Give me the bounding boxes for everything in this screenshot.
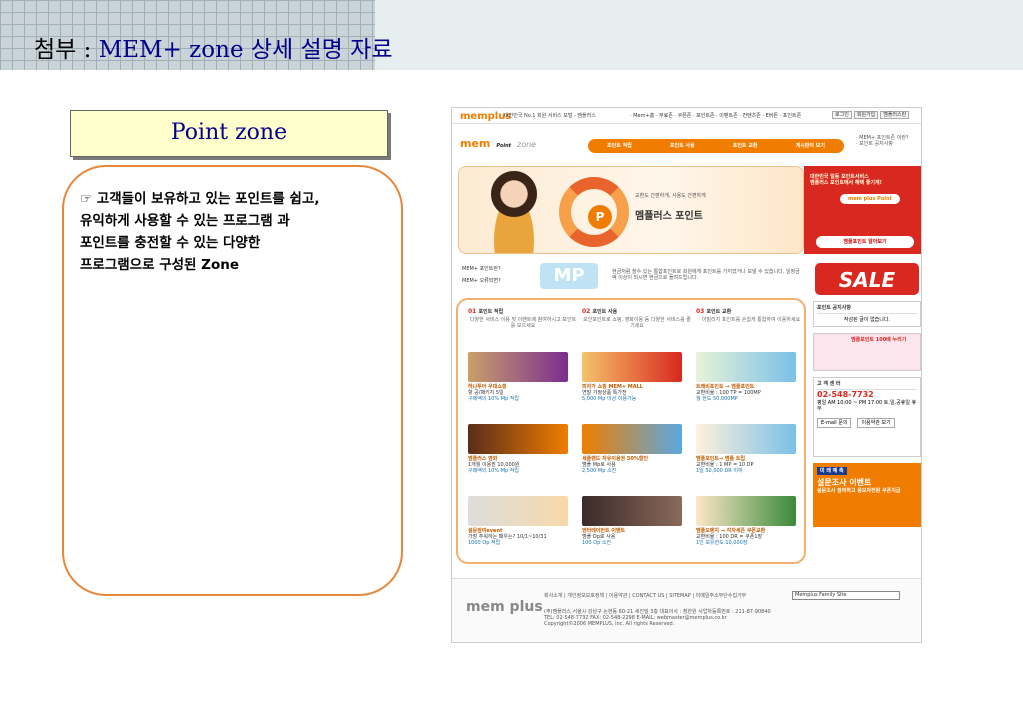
- slide-header: 첨부 : MEM+ zone 상세 설명 자료: [0, 0, 1023, 70]
- customer-center: 고 객 센 터 02-548-7732 평일 AM 10:00 ~ PM 17:…: [813, 377, 921, 457]
- cs-phone: 02-548-7732: [817, 390, 874, 399]
- terms-button[interactable]: 이용약관 보기: [857, 417, 895, 428]
- ad-text: 멤플포인트 100배 누리기: [851, 337, 907, 343]
- mp-info-row: MEM+ 포인트란? MEM+ 오류되면? MP 현금처럼 쓸수 있는 통합포인…: [462, 263, 804, 291]
- promo-badge: mem plus Point: [840, 194, 900, 204]
- column-use: 02 포인트 사용 모인포인트로 쇼핑, 영화이용 등 다양한 서비스를 즐기세…: [582, 308, 691, 330]
- card-hanatour[interactable]: 하나투어 우대쇼핑 항 공/패키지 5일 구매액의 10% Mp 적립: [468, 352, 568, 402]
- promo-box: 대한민국 일등 포인트서비스 멤플러스 포인트에서 혜택 좋기게! mem pl…: [804, 166, 921, 254]
- global-buttons: 로그인 회원가입 멤플러스란: [832, 111, 910, 119]
- card-travista[interactable]: 트래비포인트 → 멤플포인트 교환비율 : 100 TP = 100MP 월 한도 …: [696, 352, 796, 402]
- tab-earn[interactable]: 포인트 적립: [607, 143, 632, 149]
- survey-banner[interactable]: 미 래 예 측 설문조사 이벤트 설문조사 참여하고 응모자전원 쿠폰지급: [813, 463, 921, 527]
- survey-title: 설문조사 이벤트: [817, 478, 872, 487]
- notice-empty: 작성된 글이 없습니다.: [843, 317, 891, 323]
- point-zone-label: Point zone: [70, 110, 388, 157]
- tab-exchange[interactable]: 포인트 교환: [733, 143, 758, 149]
- point-zone-brand[interactable]: mem Point zone: [460, 132, 536, 152]
- footer-info: (주)멤플러스 서울시 강남구 논현동 60-21 세진빌 3층 대표이사 : …: [544, 609, 771, 627]
- survey-sub: 설문조사 참여하고 응모자전원 쿠폰지급: [817, 487, 901, 494]
- column-exchange: 03 포인트 교환 이밀리지 포인트를 손쉽게 통합하여 이용하세요: [696, 308, 801, 324]
- card-seoulland[interactable]: 세플랜드 자유이용권 50%할인 멤플 Mp로 사용 2,500 Mp 소진: [582, 424, 682, 474]
- link-point-notice[interactable]: · 포인트 공지사항: [856, 141, 921, 147]
- card-survey[interactable]: 설문참여event 가장 추워하는 패우는? 10/1~10/31 1000 Op …: [468, 496, 568, 546]
- footer-links[interactable]: 회사소개 | 개인정보보호정책 | 이용약관 | CONTACT US | SI…: [544, 593, 746, 599]
- right-sidebar: 포인트 공지사항 작성된 글이 없습니다. 멤플포인트 100배 누리기 고 객…: [813, 301, 921, 527]
- login-button[interactable]: 로그인: [832, 111, 852, 119]
- tab-use[interactable]: 포인트 사용: [670, 143, 695, 149]
- cs-hours: 평일 AM 10:00 ~ PM 17:00 토,일,공휴일 휴무: [817, 399, 917, 412]
- mp-description: 현금처럼 쓸수 있는 통합포인트로 회원에게 포인트를 가지었거나 보낼 수 있…: [612, 269, 800, 281]
- card-mall[interactable]: 피자가 쇼핑 MEM+ MALL 연말 가정상품 특가전 5,000 Mp 이상 이…: [582, 352, 682, 402]
- survey-badge: 미 래 예 측: [817, 467, 847, 475]
- model-image: [483, 171, 545, 253]
- card-entertainment[interactable]: 엔터테이먼트 이벤트 멤플 Op로 사용 100 Op 소진: [582, 496, 682, 546]
- point-cycle-icon: P: [559, 177, 629, 247]
- point-services-box: 01 포인트 적립 다양한 서비스 이용 및 이벤트에 참여하시고 포인트를 모…: [456, 298, 806, 564]
- family-site-select[interactable]: Memplus Family Site: [792, 591, 900, 600]
- card-movie[interactable]: 멤플러스 영화 1개월 이용권 10,000원 구매액의 10% Mp 적립: [468, 424, 568, 474]
- email-button[interactable]: E-mail 문의: [817, 417, 852, 428]
- global-nav[interactable]: · Mem+홈 · 무료존 · 쿠폰존 · 포인트존 · 이벤트존 · 컨텐츠존…: [630, 113, 801, 119]
- cs-title: 고 객 센 터: [817, 381, 917, 390]
- hero-title: 멤플러스 포인트: [635, 211, 703, 222]
- column-earn: 01 포인트 적립 다양한 서비스 이용 및 이벤트에 참여하시고 포인트를 모…: [468, 308, 577, 330]
- description-text: ☞ 고객들이 보유하고 있는 포인트를 쉽고, 유익하게 사용할 수 있는 프로…: [80, 191, 320, 273]
- notice-title[interactable]: 포인트 공지사항: [817, 305, 917, 314]
- card-memtrip[interactable]: 멤플포인트→ 멤플 트립 교환비율 : 1 MP = 10 DP 1일 50,000…: [696, 424, 796, 474]
- site-footer: mem plus 회사소개 | 개인정보보호정책 | 이용약관 | CONTAC…: [452, 578, 921, 642]
- card-orange[interactable]: 멤플오렌지 → 각자세픈 쿠폰교환 교환비율 : 100 DR = 쿠폰1장 1인 …: [696, 496, 796, 546]
- mp-badge: MP: [540, 263, 598, 289]
- side-links: · MEM+ 포인트존 이란? · 포인트 공지사항: [856, 135, 921, 147]
- signup-button[interactable]: 회원가입: [853, 111, 879, 119]
- site-top-bar: memplus 대한민국 No.1 회원 서비스 포털 - 멤플러스 · Mem…: [452, 108, 921, 124]
- tab-board[interactable]: 게시판이 보기: [796, 143, 825, 149]
- promo-button[interactable]: 멤플포인트 알아보기: [816, 236, 914, 248]
- website-screenshot: memplus 대한민국 No.1 회원 서비스 포털 - 멤플러스 · Mem…: [451, 107, 922, 643]
- slide-title: 첨부 : MEM+ zone 상세 설명 자료: [34, 37, 393, 63]
- point-tabs: 포인트 적립 포인트 사용 포인트 교환 게시판이 보기: [588, 139, 844, 153]
- notice-box: 포인트 공지사항 작성된 글이 없습니다.: [813, 301, 921, 327]
- about-button[interactable]: 멤플러스란: [880, 111, 910, 119]
- ad-box[interactable]: 멤플포인트 100배 누리기: [813, 333, 921, 371]
- site-tagline: 대한민국 No.1 회원 서비스 포털 - 멤플러스: [504, 113, 596, 119]
- footer-logo: mem plus: [466, 599, 543, 615]
- hero-banner: P 교환도 간편하게, 사용도 간편하게 멤플러스 포인트: [458, 166, 804, 254]
- sale-banner[interactable]: SALE: [815, 263, 919, 295]
- hero-headline: 교환도 간편하게, 사용도 간편하게: [635, 193, 706, 199]
